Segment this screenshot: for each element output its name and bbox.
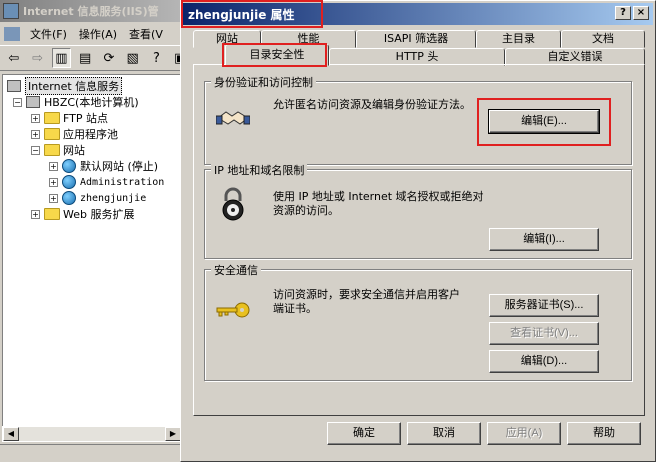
collapse-icon[interactable]: −: [13, 97, 22, 107]
secure-group: 安全通信 访问资源时，要求安全通信并启用客户端证书。 服务器证书(S)... 查…: [204, 262, 632, 381]
iis-statusbar: [0, 444, 190, 462]
iis-window-title: Internet 信息服务(IIS)管: [23, 5, 159, 18]
scroll-right-icon[interactable]: ▶: [165, 427, 181, 441]
iis-tree-panel[interactable]: Internet 信息服务 − HBZC(本地计算机) + FTP 站点 + 应…: [2, 74, 182, 434]
refresh-icon[interactable]: ⟳: [99, 48, 119, 68]
expand-icon[interactable]: +: [31, 129, 40, 139]
folder-icon: [44, 128, 60, 140]
properties-icon[interactable]: ▤: [75, 48, 95, 68]
handshake-icon: [213, 98, 253, 138]
tab-documents[interactable]: 文档: [561, 30, 645, 48]
auth-edit-highlight-box: [477, 98, 611, 146]
tab-highlight-box: [222, 43, 327, 67]
system-menu-icon[interactable]: [4, 27, 20, 41]
tree-item-server[interactable]: − HBZC(本地计算机): [13, 94, 139, 110]
forward-arrow-icon[interactable]: ⇨: [28, 48, 48, 68]
help-caption-button[interactable]: ?: [615, 6, 631, 20]
ip-description: 使用 IP 地址或 Internet 域名授权或拒绝对资源的访问。: [273, 190, 484, 217]
expand-icon[interactable]: +: [31, 113, 40, 123]
website-stopped-icon: [62, 159, 76, 173]
help-icon[interactable]: ?: [147, 48, 167, 68]
tree-item-web-ext[interactable]: + Web 服务扩展: [31, 206, 134, 222]
expand-icon[interactable]: +: [49, 161, 58, 171]
padlock-icon: [213, 184, 253, 224]
tree-item-default-site[interactable]: + 默认网站 (停止): [49, 158, 158, 174]
tree-horizontal-scrollbar[interactable]: ◀ ▶: [2, 426, 182, 442]
show-tree-icon[interactable]: ▥: [51, 48, 72, 68]
ok-button[interactable]: 确定: [327, 422, 401, 445]
close-icon[interactable]: ×: [633, 6, 649, 20]
expand-icon[interactable]: +: [31, 209, 40, 219]
tree-item-websites[interactable]: − 网站: [31, 142, 85, 158]
auth-description: 允许匿名访问资源及编辑身份验证方法。: [273, 98, 471, 111]
cancel-button[interactable]: 取消: [407, 422, 481, 445]
folder-icon: [44, 112, 60, 124]
iis-window-titlebar: Internet 信息服务(IIS)管: [0, 0, 190, 22]
expand-icon[interactable]: +: [49, 177, 58, 187]
website-icon: [62, 191, 76, 205]
view-cert-button[interactable]: 查看证书(V)...: [489, 322, 599, 345]
iis-menubar: 文件(F) 操作(A) 查看(V: [0, 24, 190, 44]
ip-group: IP 地址和域名限制 使用 IP 地址或 Internet 域名授权或拒绝对资源…: [204, 162, 632, 259]
tab-isapi-filters[interactable]: ISAPI 筛选器: [356, 30, 476, 48]
tree-item-ftp[interactable]: + FTP 站点: [31, 110, 108, 126]
apply-button[interactable]: 应用(A): [487, 422, 561, 445]
ip-group-legend: IP 地址和域名限制: [211, 162, 308, 178]
secure-edit-button[interactable]: 编辑(D)...: [489, 350, 599, 373]
auth-group: 身份验证和访问控制 允许匿名访问资源及编辑身份验证方法。 编辑(E)...: [204, 74, 632, 165]
back-arrow-icon[interactable]: ⇦: [4, 48, 24, 68]
website-icon: [62, 175, 76, 189]
menu-file[interactable]: 文件(F): [24, 26, 73, 42]
auth-group-legend: 身份验证和访问控制: [211, 74, 316, 90]
properties-dialog: zhengjunjie 属性 ? × 网站 性能 ISAPI 筛选器 主目录 文…: [180, 0, 656, 462]
ip-edit-button[interactable]: 编辑(I)...: [489, 228, 599, 251]
collapse-icon[interactable]: −: [31, 145, 40, 155]
menu-action[interactable]: 操作(A): [73, 26, 123, 42]
tree-item-admin-site[interactable]: + Administration: [49, 174, 164, 190]
directory-security-panel: 身份验证和访问控制 允许匿名访问资源及编辑身份验证方法。 编辑(E)... IP…: [193, 64, 645, 416]
tree-item-app-pools[interactable]: + 应用程序池: [31, 126, 118, 142]
computer-icon: [26, 96, 40, 108]
iis-root-icon: [7, 80, 21, 92]
menu-view[interactable]: 查看(V: [123, 26, 169, 42]
expand-icon[interactable]: +: [49, 193, 58, 203]
scroll-left-icon[interactable]: ◀: [3, 427, 19, 441]
tree-item-user-site[interactable]: + zhengjunjie: [49, 190, 146, 206]
iis-app-icon: [3, 3, 19, 19]
title-highlight-box: [181, 0, 323, 28]
iis-toolbar: ⇦ ⇨ ▥ ▤ ⟳ ▧ ? ▣: [0, 45, 190, 71]
tab-home-directory[interactable]: 主目录: [476, 30, 561, 48]
secure-group-legend: 安全通信: [211, 262, 261, 278]
folder-icon: [44, 144, 60, 156]
secure-description: 访问资源时，要求安全通信并启用客户端证书。: [273, 288, 460, 315]
export-icon[interactable]: ▧: [123, 48, 143, 68]
tree-item-root[interactable]: Internet 信息服务: [7, 77, 123, 95]
key-icon: [213, 290, 253, 330]
help-button[interactable]: 帮助: [567, 422, 641, 445]
server-cert-button[interactable]: 服务器证书(S)...: [489, 294, 599, 317]
folder-icon: [44, 208, 60, 220]
